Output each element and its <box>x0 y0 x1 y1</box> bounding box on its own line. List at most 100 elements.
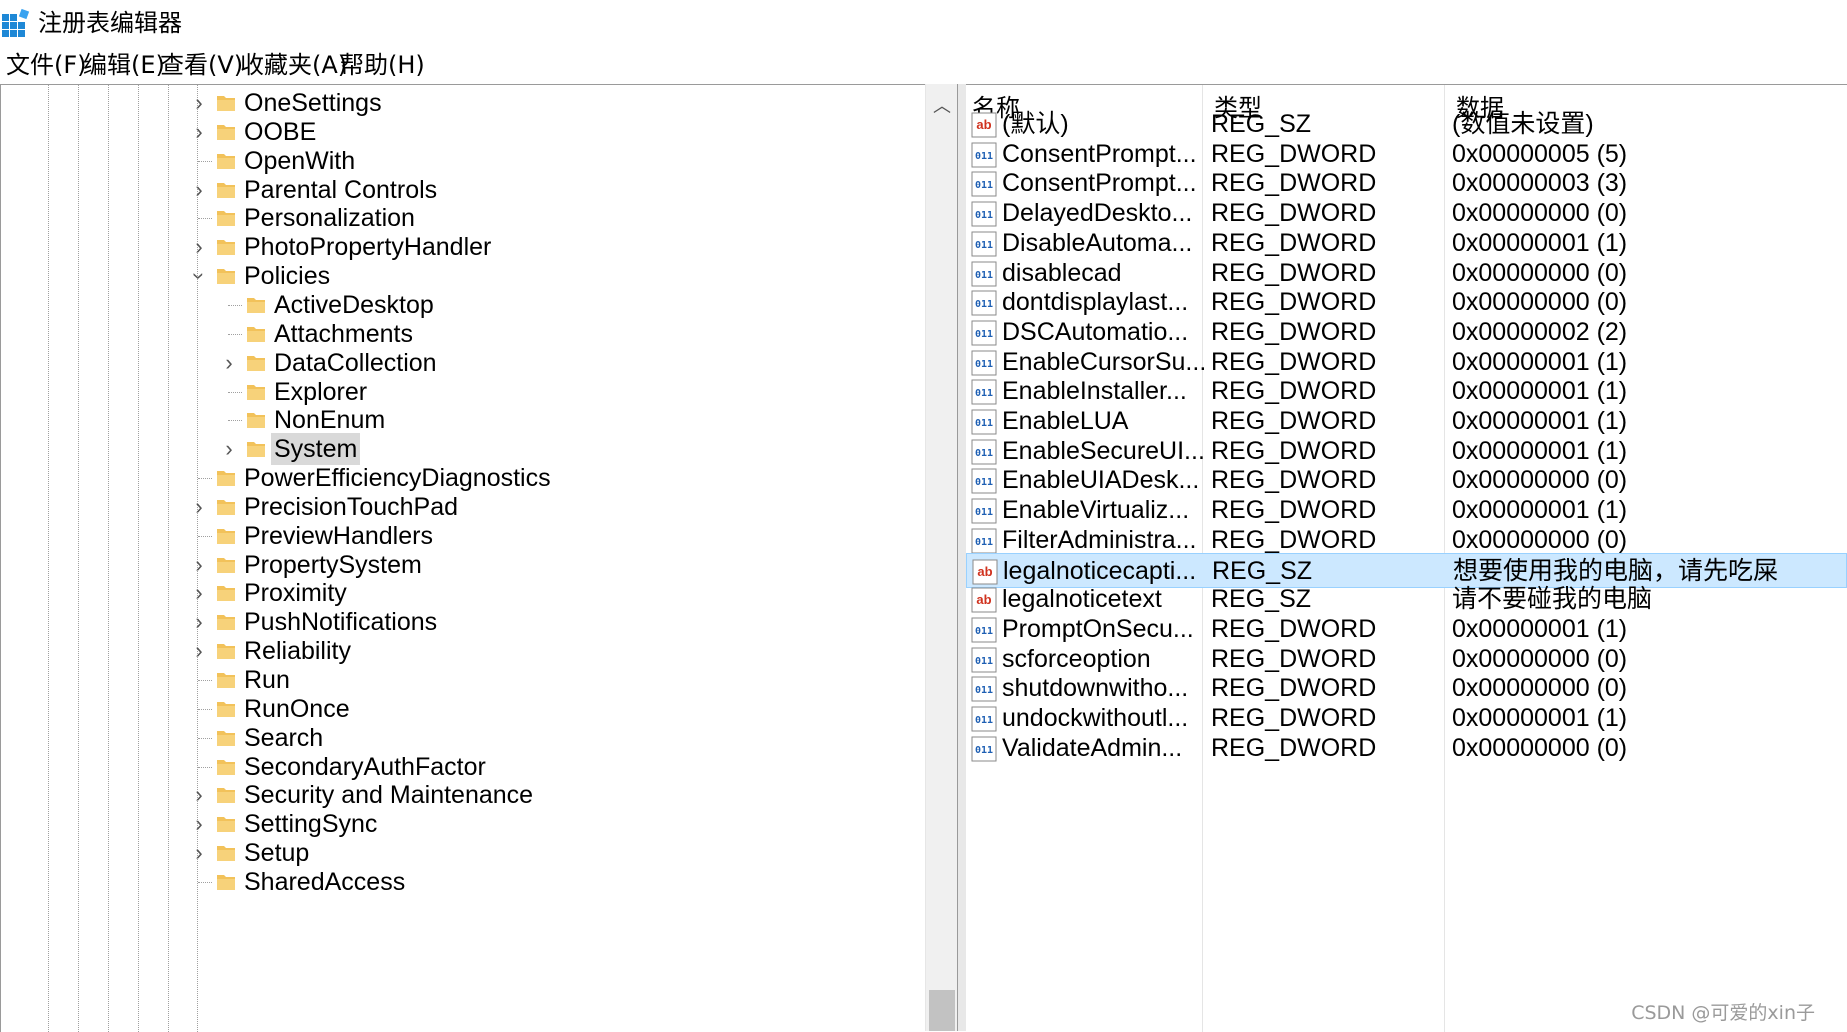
chevron-right-icon[interactable]: › <box>188 810 210 838</box>
value-type: REG_DWORD <box>1211 317 1377 346</box>
scroll-thumb[interactable] <box>929 990 955 1031</box>
value-data: 0x00000002 (2) <box>1452 317 1628 346</box>
dword-value-icon: 011 <box>971 320 997 346</box>
dword-value-icon: 011 <box>971 379 997 405</box>
values-list-pane[interactable]: 名称 类型 数据 ab (默认) REG_SZ (数值未设置) 011 ConsentPr… <box>966 84 1847 1032</box>
value-name: ConsentPrompt... <box>1002 139 1197 168</box>
tree-connector-line <box>198 881 212 883</box>
chevron-right-icon[interactable]: › <box>218 349 240 377</box>
tree-connector-line <box>198 766 212 768</box>
dword-value-icon: 011 <box>971 706 997 732</box>
value-data: 0x00000000 (0) <box>1452 525 1628 554</box>
chevron-right-icon[interactable]: › <box>188 781 210 809</box>
folder-icon <box>217 730 235 746</box>
folder-icon <box>247 384 265 400</box>
value-type: REG_DWORD <box>1211 436 1377 465</box>
chevron-right-icon[interactable]: › <box>188 89 210 117</box>
dword-value-icon: 011 <box>971 290 997 316</box>
folder-icon <box>217 586 235 602</box>
menu-help[interactable]: 帮助(H) <box>338 50 427 80</box>
folder-icon <box>217 817 235 833</box>
value-name: EnableUIADesk... <box>1002 466 1200 495</box>
chevron-right-icon[interactable]: › <box>188 608 210 636</box>
key-tree-pane[interactable]: › OneSettings › OOBE OpenWith › Parental Contr… <box>0 84 958 1032</box>
value-name: dontdisplaylast... <box>1002 288 1189 317</box>
tree-item-label: SharedAccess <box>244 867 406 896</box>
chevron-right-icon[interactable]: › <box>188 839 210 867</box>
value-data: 0x00000000 (0) <box>1452 466 1628 495</box>
svg-text:011: 011 <box>975 537 993 548</box>
folder-icon <box>217 528 235 544</box>
value-data: 0x00000000 (0) <box>1452 733 1628 762</box>
dword-value-icon: 011 <box>971 142 997 168</box>
chevron-right-icon[interactable]: › <box>188 118 210 146</box>
dword-value-icon: 011 <box>971 617 997 643</box>
folder-icon <box>217 557 235 573</box>
tree-connector-line <box>228 304 242 306</box>
value-name: EnableSecureUI... <box>1002 436 1204 465</box>
folder-icon <box>217 673 235 688</box>
value-data: 0x00000005 (5) <box>1452 139 1628 168</box>
svg-text:011: 011 <box>975 685 993 696</box>
value-data: (数值未设置) <box>1452 110 1594 138</box>
folder-icon <box>217 471 235 487</box>
string-value-icon: ab <box>972 559 998 584</box>
scroll-up-arrow-icon[interactable]: ︿ <box>926 92 958 116</box>
chevron-right-icon[interactable]: › <box>188 637 210 665</box>
value-data: 0x00000003 (3) <box>1452 169 1628 198</box>
dword-value-icon: 011 <box>971 409 997 435</box>
dword-value-icon: 011 <box>971 171 997 197</box>
chevron-right-icon[interactable]: › <box>188 579 210 607</box>
tree-connector-line <box>228 391 242 393</box>
value-name: DelayedDeskto... <box>1002 199 1193 228</box>
tree-scrollbar[interactable]: ︿ <box>925 84 958 1031</box>
chevron-right-icon[interactable]: › <box>188 551 210 579</box>
svg-text:011: 011 <box>975 210 993 221</box>
chevron-right-icon[interactable]: › <box>188 233 210 261</box>
chevron-right-icon[interactable]: › <box>218 435 240 463</box>
value-data: 请不要碰我的电脑 <box>1452 585 1653 614</box>
folder-icon <box>217 846 235 862</box>
chevron-right-icon[interactable]: › <box>188 493 210 521</box>
svg-text:011: 011 <box>975 180 993 191</box>
svg-text:ab: ab <box>976 117 991 132</box>
value-type: REG_DWORD <box>1211 199 1377 228</box>
svg-text:011: 011 <box>975 299 993 310</box>
folder-icon <box>217 788 235 804</box>
folder-icon <box>247 413 265 429</box>
value-type: REG_DWORD <box>1211 407 1377 435</box>
folder-icon <box>247 355 265 371</box>
tree-item[interactable]: SharedAccess <box>1 865 921 899</box>
title-bar[interactable]: 注册表编辑器 <box>0 0 1847 46</box>
value-data: 0x00000000 (0) <box>1452 288 1628 317</box>
registry-value-row[interactable]: 011 ValidateAdmin... REG_DWORD 0x00000000 (… <box>966 731 1847 766</box>
tree-connector-line <box>198 160 212 162</box>
value-data: 0x00000000 (0) <box>1452 644 1628 673</box>
folder-icon <box>217 153 235 169</box>
dword-value-icon: 011 <box>971 528 997 554</box>
regedit-app-icon <box>2 8 30 37</box>
value-type: REG_DWORD <box>1211 674 1377 703</box>
menu-view[interactable]: 查看(V) <box>158 50 245 80</box>
value-type: REG_SZ <box>1211 585 1312 614</box>
folder-icon <box>217 269 235 285</box>
value-name: DSCAutomatio... <box>1002 317 1189 346</box>
folder-icon <box>217 182 235 198</box>
menu-favorites[interactable]: 收藏夹(A) <box>238 50 349 80</box>
menu-edit[interactable]: 编辑(E) <box>81 50 167 80</box>
svg-text:011: 011 <box>975 359 993 370</box>
chevron-down-icon[interactable]: › <box>185 265 213 287</box>
folder-icon <box>217 615 235 631</box>
value-data: 0x00000001 (1) <box>1452 496 1628 525</box>
menu-file[interactable]: 文件(F) <box>4 50 89 80</box>
svg-text:011: 011 <box>975 448 993 459</box>
chevron-right-icon[interactable]: › <box>188 176 210 204</box>
tree-connector-line <box>198 218 212 220</box>
dword-value-icon: 011 <box>971 350 997 376</box>
svg-text:011: 011 <box>975 329 993 340</box>
dword-value-icon: 011 <box>971 468 997 494</box>
svg-text:011: 011 <box>975 418 993 429</box>
value-type: REG_DWORD <box>1211 169 1377 198</box>
value-type: REG_DWORD <box>1211 496 1377 525</box>
folder-icon <box>217 96 235 111</box>
